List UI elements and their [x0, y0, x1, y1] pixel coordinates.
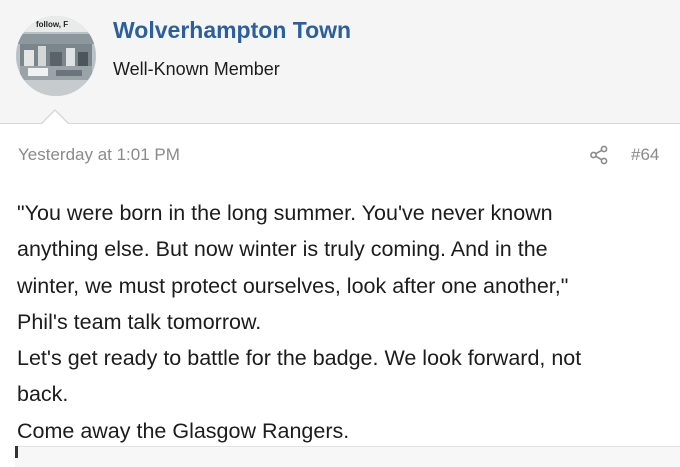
post-line: "You were born in the long summer. You'v…	[17, 201, 553, 225]
username-link[interactable]: Wolverhampton Town	[113, 17, 351, 44]
post-meta: Yesterday at 1:01 PM #64	[0, 140, 680, 170]
post-date-link[interactable]: Yesterday at 1:01 PM	[18, 145, 180, 165]
share-icon[interactable]	[589, 145, 609, 165]
attached-block-bar	[15, 446, 18, 458]
avatar[interactable]: follow, F	[16, 16, 96, 96]
avatar-caption: follow, F	[36, 20, 68, 29]
post-line: anything else. But now winter is truly c…	[17, 237, 548, 262]
post-body: "You were born in the long summer. You'v…	[17, 195, 667, 449]
attached-block-edge	[15, 446, 680, 467]
post-line: back.	[17, 382, 69, 407]
post-line: Let's get ready to battle for the badge.…	[17, 346, 582, 371]
header-pointer-fill	[41, 111, 69, 125]
post-user-header: follow, F Wolverhampton Town Well-Known …	[0, 0, 680, 124]
post-number-link[interactable]: #64	[631, 145, 659, 165]
post-line: winter, we must protect ourselves, look …	[17, 273, 569, 298]
user-title: Well-Known Member	[113, 59, 280, 79]
post-line: Phil's team talk tomorrow.	[17, 309, 262, 334]
avatar-image: follow, F	[16, 16, 96, 96]
post-line: Come away the Glasgow Rangers.	[17, 418, 350, 443]
